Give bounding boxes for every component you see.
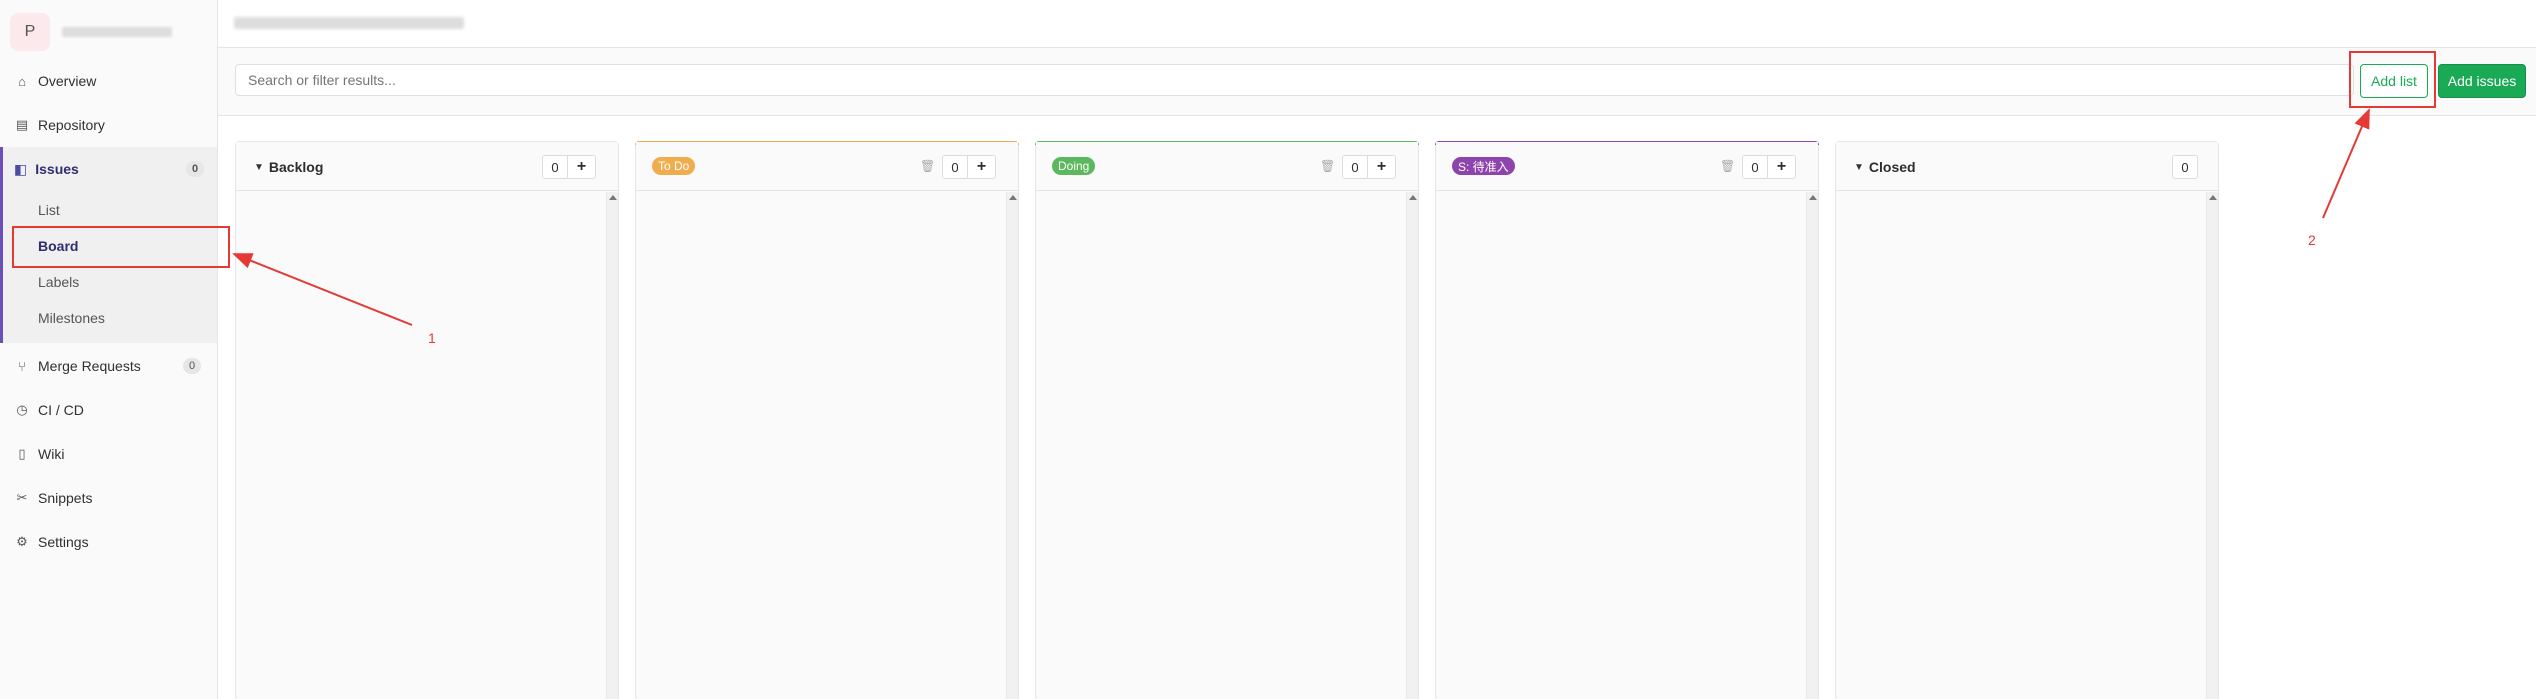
scroll-up-arrow-icon[interactable] bbox=[1809, 195, 1817, 200]
nav-settings[interactable]: ⚙ Settings bbox=[0, 520, 217, 564]
scrollbar[interactable] bbox=[1806, 192, 1818, 699]
column-header: ▼ Backlog 0 + bbox=[236, 142, 618, 191]
nav-settings-label: Settings bbox=[38, 534, 89, 550]
label-pill-todo[interactable]: To Do bbox=[652, 157, 696, 175]
issue-count: 0 bbox=[2181, 159, 2189, 175]
project-header[interactable]: P bbox=[10, 13, 172, 51]
column-header: ▼ Closed 0 bbox=[1836, 142, 2218, 191]
issue-count: 0 bbox=[1751, 159, 1759, 175]
column-title[interactable]: ▼ Closed bbox=[1854, 159, 1916, 175]
add-issue-plus-icon[interactable]: + bbox=[567, 156, 595, 178]
add-issue-plus-icon[interactable]: + bbox=[1367, 156, 1395, 178]
search-input[interactable] bbox=[235, 64, 2354, 96]
gear-icon: ⚙ bbox=[16, 534, 28, 549]
add-issues-button[interactable]: Add issues bbox=[2438, 64, 2526, 98]
repository-icon: ▤ bbox=[15, 117, 29, 132]
nav-snippets-label: Snippets bbox=[38, 490, 93, 506]
column-header: S: 待准入 🗑 0 + bbox=[1436, 142, 1818, 191]
nav-merge-requests-label: Merge Requests bbox=[38, 358, 141, 374]
scroll-up-arrow-icon[interactable] bbox=[1009, 195, 1017, 200]
project-name-blurred bbox=[62, 27, 172, 37]
nav-issues[interactable]: ◧ Issues 0 bbox=[3, 147, 217, 191]
project-avatar[interactable]: P bbox=[10, 13, 50, 51]
column-title-text: Closed bbox=[1868, 159, 1916, 175]
caret-down-icon[interactable]: ▼ bbox=[1854, 162, 1864, 173]
nav-overview-label: Overview bbox=[38, 73, 97, 89]
nav-snippets[interactable]: ✂ Snippets bbox=[0, 476, 217, 520]
trash-icon[interactable]: 🗑 bbox=[1320, 159, 1335, 173]
add-issue-plus-icon[interactable]: + bbox=[967, 156, 995, 178]
nav-repository[interactable]: ▤ Repository bbox=[0, 103, 217, 147]
board-column-backlog: ▼ Backlog 0 + bbox=[235, 141, 619, 699]
sidebar: P ⌂ Overview ▤ Repository ◧ Issues 0 Lis… bbox=[0, 0, 218, 699]
issues-icon: ◧ bbox=[14, 160, 28, 177]
merge-requests-count-badge: 0 bbox=[183, 358, 201, 374]
scrollbar[interactable] bbox=[1006, 192, 1018, 699]
trash-icon[interactable]: 🗑 bbox=[920, 159, 935, 173]
column-title[interactable]: ▼ Backlog bbox=[254, 159, 323, 175]
filter-bar bbox=[218, 48, 2536, 116]
top-header bbox=[218, 0, 2536, 48]
nav-cicd[interactable]: ◷ CI / CD bbox=[0, 388, 217, 432]
nav-wiki[interactable]: ▯ Wiki bbox=[0, 432, 217, 476]
sub-labels[interactable]: Labels bbox=[38, 274, 79, 290]
scrollbar[interactable] bbox=[606, 192, 618, 699]
issue-count: 0 bbox=[1351, 159, 1359, 175]
nav-merge-requests[interactable]: ⑂ Merge Requests 0 bbox=[0, 344, 217, 388]
sub-list[interactable]: List bbox=[38, 202, 60, 218]
label-pill-s[interactable]: S: 待准入 bbox=[1452, 157, 1515, 175]
issue-count-box: 0 + bbox=[542, 155, 596, 179]
issue-count-box: 0 bbox=[2172, 155, 2198, 179]
scrollbar[interactable] bbox=[1406, 192, 1418, 699]
issue-count: 0 bbox=[951, 159, 959, 175]
nav-cicd-label: CI / CD bbox=[38, 402, 84, 418]
book-icon: ▯ bbox=[18, 446, 26, 461]
scroll-up-arrow-icon[interactable] bbox=[2209, 195, 2217, 200]
annotation-box-board bbox=[12, 226, 230, 268]
label-pill-doing[interactable]: Doing bbox=[1052, 157, 1096, 175]
scroll-up-arrow-icon[interactable] bbox=[1409, 195, 1417, 200]
trash-icon[interactable]: 🗑 bbox=[1720, 159, 1735, 173]
scroll-up-arrow-icon[interactable] bbox=[609, 195, 617, 200]
nav-repository-label: Repository bbox=[38, 117, 105, 133]
caret-down-icon[interactable]: ▼ bbox=[254, 162, 264, 173]
column-header: To Do 🗑 0 + bbox=[636, 142, 1018, 191]
scissors-icon: ✂ bbox=[16, 490, 28, 505]
issue-count: 0 bbox=[551, 159, 559, 175]
board-column-closed: ▼ Closed 0 bbox=[1835, 141, 2219, 699]
board-column-doing: Doing 🗑 0 + bbox=[1035, 141, 1419, 699]
nav-overview[interactable]: ⌂ Overview bbox=[0, 59, 217, 103]
breadcrumb-blurred bbox=[234, 17, 464, 29]
issues-count-badge: 0 bbox=[186, 161, 204, 177]
issue-count-box: 0 + bbox=[942, 155, 996, 179]
nav-issues-label: Issues bbox=[35, 161, 79, 177]
annotation-box-add-list bbox=[2349, 51, 2436, 108]
home-icon: ⌂ bbox=[18, 73, 26, 89]
annotation-arrow-2 bbox=[2322, 108, 2370, 219]
merge-request-icon: ⑂ bbox=[18, 358, 26, 374]
issue-count-box: 0 + bbox=[1342, 155, 1396, 179]
column-header: Doing 🗑 0 + bbox=[1036, 142, 1418, 191]
sub-milestones[interactable]: Milestones bbox=[38, 310, 105, 326]
board-column-todo: To Do 🗑 0 + bbox=[635, 141, 1019, 699]
annotation-number-1: 1 bbox=[428, 330, 436, 346]
nav-wiki-label: Wiki bbox=[38, 446, 65, 462]
annotation-number-2: 2 bbox=[2308, 232, 2316, 248]
issue-count-box: 0 + bbox=[1742, 155, 1796, 179]
board-column-s-label: S: 待准入 🗑 0 + bbox=[1435, 141, 1819, 699]
column-title-text: Backlog bbox=[268, 159, 324, 175]
scrollbar[interactable] bbox=[2206, 192, 2218, 699]
rocket-icon: ◷ bbox=[16, 402, 28, 417]
add-issue-plus-icon[interactable]: + bbox=[1767, 156, 1795, 178]
